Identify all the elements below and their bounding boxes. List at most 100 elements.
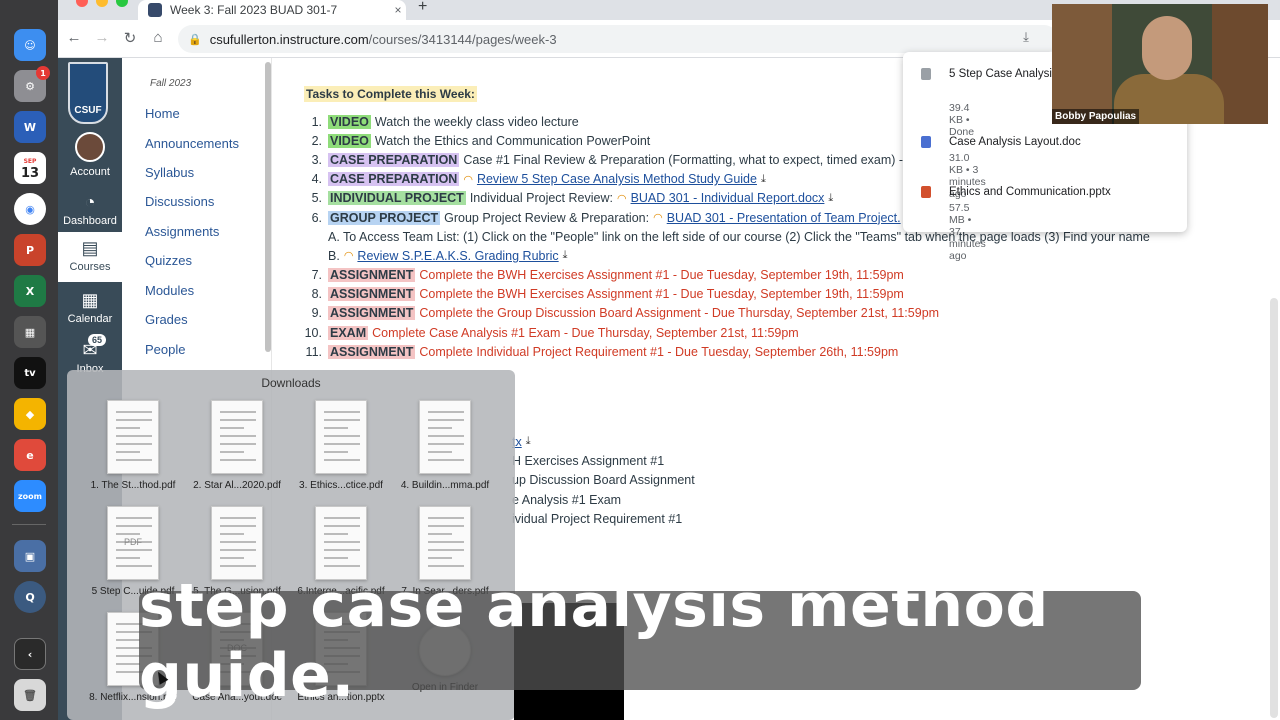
zoom-icon[interactable]: zoom bbox=[14, 480, 46, 512]
task-tag: VIDEO bbox=[328, 133, 371, 148]
text-line bbox=[220, 435, 256, 437]
settings-badge: 1 bbox=[36, 66, 50, 80]
close-window-icon[interactable] bbox=[76, 0, 88, 7]
task-link[interactable]: BUAD 301 - Individual Report.docx bbox=[631, 191, 825, 205]
text-line bbox=[428, 459, 464, 461]
task-tag: VIDEO bbox=[328, 114, 371, 129]
text-line bbox=[324, 525, 360, 527]
course-nav-modules[interactable]: Modules bbox=[145, 283, 194, 298]
home-icon[interactable]: ⌂ bbox=[148, 29, 168, 46]
download-icon[interactable]: ⤓ bbox=[526, 435, 531, 448]
doc-file-icon bbox=[921, 136, 931, 148]
trash-icon[interactable]: 🗑 bbox=[14, 679, 46, 711]
preview-icon[interactable]: ▣ bbox=[14, 540, 46, 572]
course-nav-people[interactable]: People bbox=[145, 342, 185, 357]
lock-icon: 🔒 bbox=[188, 33, 202, 46]
text-line bbox=[116, 565, 152, 567]
task-text: Case #1 Final Review & Preparation (Form… bbox=[463, 152, 904, 167]
download-file[interactable]: 1. The St...thod.pdf bbox=[81, 400, 185, 491]
chrome-icon[interactable]: ◉ bbox=[14, 193, 46, 225]
nav-courses[interactable]: ▤ Courses bbox=[58, 232, 122, 282]
back-icon[interactable]: ← bbox=[64, 29, 84, 46]
text-line bbox=[324, 451, 348, 453]
file-thumbnail-icon: PDF bbox=[107, 506, 159, 580]
download-icon[interactable]: ⤓ bbox=[761, 173, 766, 186]
task-tag: INDIVIDUAL PROJECT bbox=[328, 191, 466, 206]
text-line bbox=[116, 533, 140, 535]
download-icon[interactable]: ⤓ bbox=[563, 249, 568, 262]
browser-tab[interactable]: Week 3: Fall 2023 BUAD 301-7 × bbox=[138, 0, 406, 20]
text-line bbox=[324, 565, 360, 567]
course-nav-syllabus[interactable]: Syllabus bbox=[145, 165, 194, 180]
word-icon[interactable]: W bbox=[14, 111, 46, 143]
reload-icon[interactable]: ↻ bbox=[120, 29, 140, 47]
course-nav-quizzes[interactable]: Quizzes bbox=[145, 253, 192, 268]
task-text: Watch the weekly class video lecture bbox=[374, 114, 579, 129]
course-nav-announcements[interactable]: Announcements bbox=[145, 136, 239, 151]
task-link[interactable]: BUAD 301 - Presentation of Team Project. bbox=[667, 211, 901, 225]
tab-close-icon[interactable]: × bbox=[390, 3, 406, 17]
task-number: 10. bbox=[304, 325, 322, 340]
task-text: up Discussion Board Assignment bbox=[512, 473, 695, 488]
text-line bbox=[428, 443, 464, 445]
download-icon[interactable]: ⤓ bbox=[828, 192, 833, 205]
task-tag: ASSIGNMENT bbox=[328, 287, 416, 302]
new-tab-button[interactable]: + bbox=[418, 0, 427, 15]
forward-icon[interactable]: → bbox=[92, 29, 112, 46]
text-line bbox=[324, 419, 360, 421]
task-item: 11. ASSIGNMENT Complete Individual Project… bbox=[304, 342, 1204, 361]
stack-collapse-icon[interactable]: ‹ bbox=[14, 638, 46, 670]
tv-label: tv bbox=[24, 367, 36, 379]
course-nav-home[interactable]: Home bbox=[145, 106, 180, 121]
download-meta: 39.4 KB • Done bbox=[949, 102, 975, 138]
task-number: 9. bbox=[311, 306, 322, 321]
course-nav-grades[interactable]: Grades bbox=[145, 312, 188, 327]
calculator-icon[interactable]: ▦ bbox=[14, 316, 46, 348]
task-item: 7. ASSIGNMENT Complete the BWH Exercises A… bbox=[304, 266, 1204, 285]
excel-icon[interactable]: X bbox=[14, 275, 46, 307]
text-line bbox=[116, 435, 152, 437]
download-file[interactable]: 3. Ethics...ctice.pdf bbox=[289, 400, 393, 491]
csuf-logo[interactable]: CSUF bbox=[68, 62, 108, 124]
nav-calendar[interactable]: ▦ Calendar bbox=[58, 290, 122, 325]
nav-dashboard[interactable]: ◔ Dashboard bbox=[58, 192, 122, 227]
task-tag: CASE PREPARATION bbox=[328, 172, 460, 187]
quicktime-icon[interactable]: Q bbox=[14, 581, 46, 613]
task-link[interactable]: Review S.P.E.A.K.S. Grading Rubric bbox=[357, 249, 558, 263]
text-line bbox=[428, 435, 464, 437]
text-line bbox=[428, 525, 464, 527]
task-link[interactable]: Review 5 Step Case Analysis Method Study… bbox=[477, 172, 757, 186]
text-line bbox=[428, 541, 464, 543]
preview-icon: ◠ bbox=[653, 212, 663, 225]
course-nav-discussions[interactable]: Discussions bbox=[145, 194, 214, 209]
apple-tv-icon[interactable]: tv bbox=[14, 357, 46, 389]
task-number: 8. bbox=[311, 287, 322, 302]
maximize-window-icon[interactable] bbox=[116, 0, 128, 7]
settings-icon[interactable]: ⚙ 1 bbox=[14, 66, 50, 102]
download-file[interactable]: 4. Buildin...mma.pdf bbox=[393, 400, 497, 491]
powerpoint-icon[interactable]: P bbox=[14, 234, 46, 266]
express-icon[interactable]: e bbox=[14, 439, 46, 471]
minimize-window-icon[interactable] bbox=[96, 0, 108, 7]
task-tag: ASSIGNMENT bbox=[328, 344, 416, 359]
text-line bbox=[428, 557, 452, 559]
file-thumbnail-icon bbox=[107, 400, 159, 474]
text-line bbox=[116, 443, 152, 445]
finder-icon[interactable]: ☺ bbox=[14, 29, 46, 61]
text-line bbox=[116, 525, 152, 527]
sketch-icon[interactable]: ◆ bbox=[14, 398, 46, 430]
task-tag: GROUP PROJECT bbox=[328, 210, 441, 225]
download-file[interactable]: 2. Star Al...2020.pdf bbox=[185, 400, 289, 491]
tasks-heading: Tasks to Complete this Week: bbox=[304, 86, 477, 102]
preview-icon: ◠ bbox=[463, 173, 473, 186]
courses-icon: ▤ bbox=[81, 238, 99, 258]
address-bar[interactable]: 🔒 csufullerton.instructure.com/courses/3… bbox=[178, 25, 1058, 53]
nav-account[interactable]: Account bbox=[58, 132, 122, 178]
task-text: Complete the Group Discussion Board Assi… bbox=[419, 306, 940, 321]
downloads-toolbar-icon[interactable]: ⤓ bbox=[1016, 29, 1036, 45]
page-scrollbar[interactable] bbox=[1270, 298, 1278, 718]
canvas-favicon-icon bbox=[148, 3, 162, 17]
calendar-app-icon[interactable]: SEP 13 bbox=[14, 152, 46, 184]
course-nav-scrollbar[interactable] bbox=[265, 62, 271, 352]
course-nav-assignments[interactable]: Assignments bbox=[145, 224, 219, 239]
